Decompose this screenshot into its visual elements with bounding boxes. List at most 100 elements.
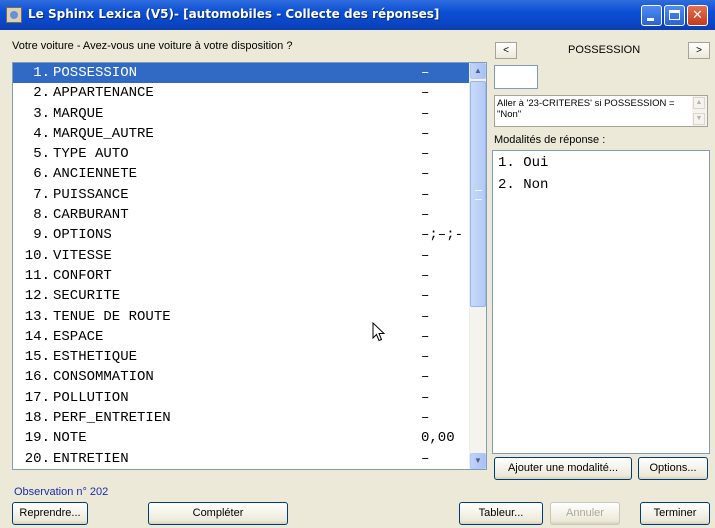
question-label: ANCIENNETE	[53, 166, 138, 183]
question-number: 1.	[33, 65, 50, 81]
question-text: Votre voiture - Avez-vous une voiture à …	[12, 40, 293, 52]
chevron-left-icon: <	[503, 45, 509, 56]
question-label: CONFORT	[53, 267, 112, 284]
question-label: VITESSE	[53, 247, 112, 264]
maximize-button[interactable]	[664, 5, 685, 26]
observation-number: Observation n° 202	[14, 486, 109, 498]
question-value: –;–;-	[421, 227, 464, 244]
chevron-right-icon: >	[696, 45, 702, 56]
question-value: –	[421, 105, 430, 122]
condition-scrollbar[interactable]: ▲ ▼	[692, 96, 707, 126]
question-number: 18.	[24, 410, 50, 427]
condition-box[interactable]: Aller à '23-CRITERES' si POSSESSION = "N…	[494, 95, 708, 127]
close-icon: ✕	[692, 8, 703, 23]
question-value: –	[421, 328, 430, 345]
question-number: 19.	[24, 430, 50, 447]
current-question-name: POSSESSION	[568, 44, 641, 56]
modality-item[interactable]: 2. Non	[498, 177, 548, 193]
question-row[interactable]: 19. NOTE 0,00	[13, 428, 469, 448]
question-row[interactable]: 5. TYPE AUTO –	[13, 144, 469, 164]
question-number: 2.	[33, 85, 50, 102]
question-label: TENUE DE ROUTE	[53, 308, 171, 325]
completer-button[interactable]: Compléter	[148, 502, 288, 525]
question-row[interactable]: 8. CARBURANT –	[13, 205, 469, 225]
question-row[interactable]: 14. ESPACE –	[13, 327, 469, 347]
question-number: 6.	[33, 166, 50, 183]
question-number: 10.	[24, 247, 50, 264]
question-label: ENTRETIEN	[53, 450, 129, 467]
question-row[interactable]: 9. OPTIONS –;–;-	[13, 225, 469, 245]
question-number: 7.	[33, 186, 50, 203]
question-number: 13.	[24, 308, 50, 325]
question-number: 9.	[33, 227, 50, 244]
question-row[interactable]: 10. VITESSE –	[13, 246, 469, 266]
scroll-down-arrow-icon[interactable]: ▼	[470, 453, 486, 469]
question-rows: 1. POSSESSION –2. APPARTENANCE –3. MARQUE –4. M…	[13, 63, 469, 470]
tableur-button[interactable]: Tableur...	[459, 502, 543, 525]
question-value: –	[421, 65, 430, 81]
close-button[interactable]: ✕	[687, 5, 708, 26]
question-row[interactable]: 21.KILOMETRAGE	[13, 469, 469, 470]
scroll-grip	[475, 190, 482, 200]
question-row[interactable]: 18. PERF_ENTRETIEN –	[13, 408, 469, 428]
options-button[interactable]: Options...	[638, 457, 708, 480]
question-row[interactable]: 12. SECURITE –	[13, 286, 469, 306]
minimize-button[interactable]	[641, 5, 662, 26]
question-number: 21.	[14, 469, 50, 470]
question-value: –	[421, 308, 430, 325]
modality-item[interactable]: 1. Oui	[498, 155, 548, 171]
question-number: 11.	[24, 267, 50, 284]
previous-question-button[interactable]: <	[495, 42, 517, 59]
question-value: –	[421, 349, 430, 366]
question-row[interactable]: 20. ENTRETIEN –	[13, 449, 469, 469]
annuler-button[interactable]: Annuler	[550, 502, 620, 525]
question-row[interactable]: 11. CONFORT –	[13, 266, 469, 286]
question-row[interactable]: 7. PUISSANCE –	[13, 185, 469, 205]
question-value: –	[421, 247, 430, 264]
scroll-up-arrow-icon[interactable]: ▲	[470, 63, 486, 79]
question-row[interactable]: 15. ESTHETIQUE –	[13, 347, 469, 367]
question-row[interactable]: 4. MARQUE_AUTRE –	[13, 124, 469, 144]
question-label: KILOMETRAGE	[53, 469, 145, 470]
question-number: 8.	[33, 207, 50, 224]
question-label: CARBURANT	[53, 207, 129, 224]
question-row[interactable]: 17. POLLUTION –	[13, 388, 469, 408]
question-row[interactable]: 2. APPARTENANCE –	[13, 83, 469, 103]
scroll-thumb[interactable]	[470, 81, 486, 307]
question-number: 3.	[33, 105, 50, 122]
maximize-icon	[669, 10, 680, 20]
question-value: –	[421, 166, 430, 183]
title-bar[interactable]: Le Sphinx Lexica (V5)- [automobiles - Co…	[0, 0, 715, 30]
question-list[interactable]: 1. POSSESSION –2. APPARTENANCE –3. MARQUE –4. M…	[12, 62, 487, 470]
question-row[interactable]: 16. CONSOMMATION –	[13, 367, 469, 387]
question-value: –	[421, 186, 430, 203]
condition-scroll-up-icon[interactable]: ▲	[693, 97, 705, 109]
question-label: POLLUTION	[53, 389, 129, 406]
app-icon[interactable]	[6, 7, 22, 23]
question-label: CONSOMMATION	[53, 369, 154, 386]
question-value: –	[421, 410, 430, 427]
question-value: –	[421, 125, 430, 142]
list-scrollbar[interactable]: ▲ ▼	[469, 63, 486, 469]
question-number: 12.	[24, 288, 50, 305]
question-label: PUISSANCE	[53, 186, 129, 203]
question-row[interactable]: 3. MARQUE –	[13, 104, 469, 124]
reprendre-button[interactable]: Reprendre...	[12, 502, 88, 525]
add-modality-button[interactable]: Ajouter une modalité...	[494, 457, 632, 480]
question-label: NOTE	[53, 430, 87, 447]
window-title: Le Sphinx Lexica (V5)- [automobiles - Co…	[28, 7, 440, 21]
question-value: –	[421, 85, 430, 102]
question-row[interactable]: 13. TENUE DE ROUTE –	[13, 307, 469, 327]
condition-scroll-down-icon[interactable]: ▼	[693, 113, 705, 125]
answer-input[interactable]	[494, 65, 538, 89]
minimize-icon	[647, 18, 654, 21]
modalities-list[interactable]: 1. Oui 2. Non	[492, 150, 710, 454]
question-number: 5.	[33, 146, 50, 163]
next-question-button[interactable]: >	[688, 42, 710, 59]
question-value: –	[421, 369, 430, 386]
question-number: 15.	[24, 349, 50, 366]
question-row[interactable]: 1. POSSESSION –	[13, 63, 469, 84]
terminer-button[interactable]: Terminer	[640, 502, 710, 525]
question-label: OPTIONS	[53, 227, 112, 244]
question-row[interactable]: 6. ANCIENNETE –	[13, 164, 469, 184]
